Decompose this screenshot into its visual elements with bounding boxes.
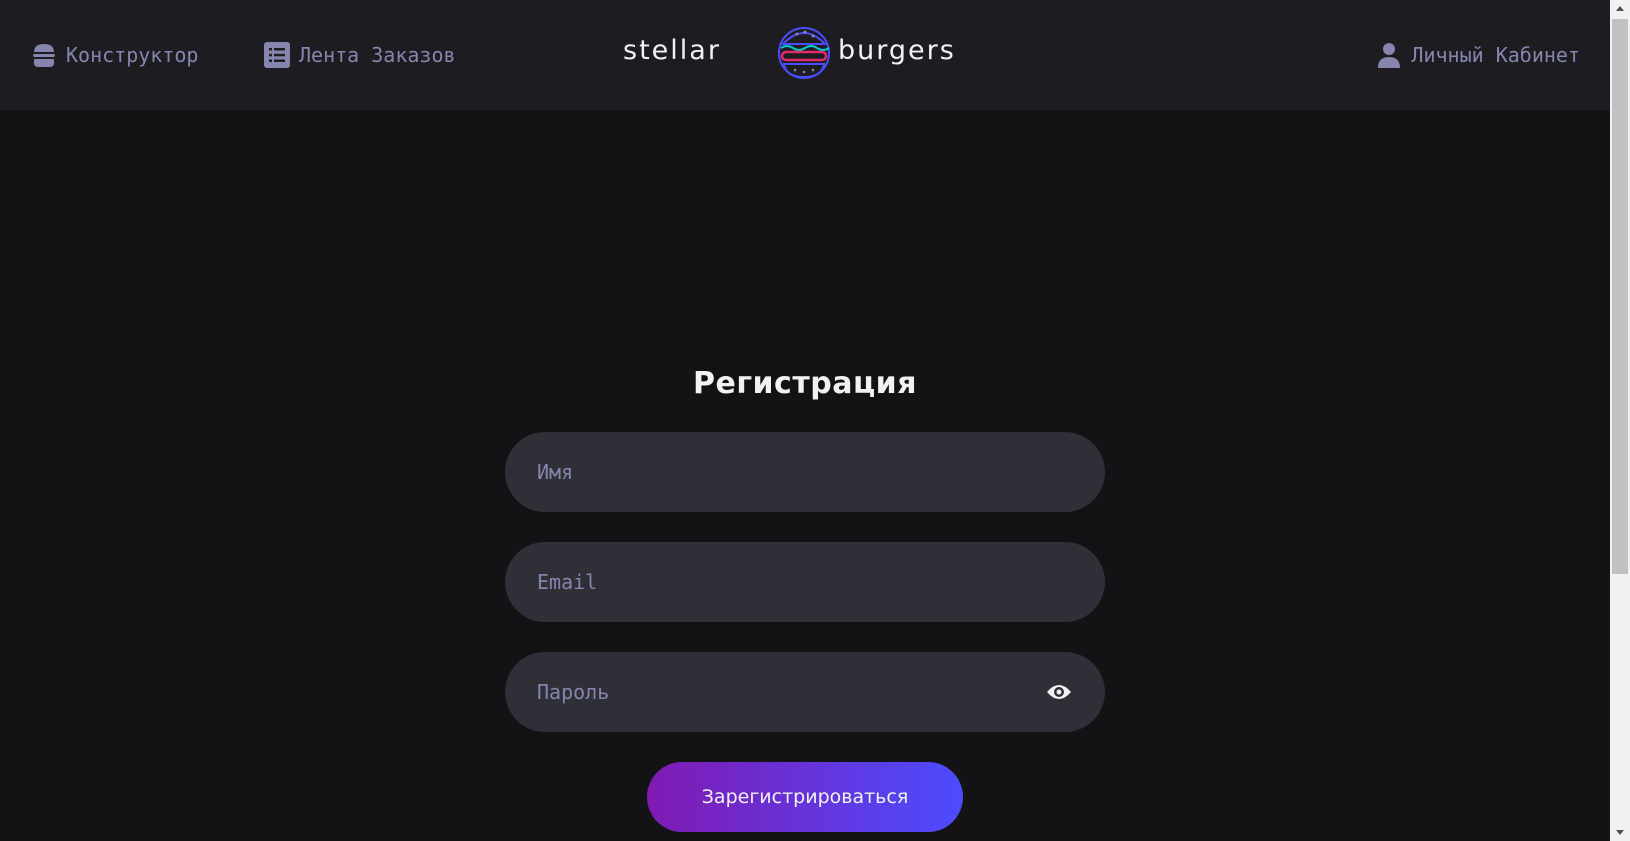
nav-feed-link[interactable]: Лента Заказов: [263, 0, 456, 110]
app-header: Конструктор Лента Заказов stellar burger…: [0, 0, 1610, 110]
page: Конструктор Лента Заказов stellar burger…: [0, 0, 1610, 841]
password-input[interactable]: [537, 652, 1037, 732]
eye-icon[interactable]: [1045, 678, 1073, 706]
email-input[interactable]: [537, 542, 1037, 622]
scroll-down-icon[interactable]: [1610, 824, 1630, 841]
nav-constructor-label: Конструктор: [66, 43, 199, 67]
scroll-thumb[interactable]: [1612, 19, 1628, 574]
nav-constructor-link[interactable]: Конструктор: [30, 0, 198, 110]
register-button[interactable]: Зарегистрироваться: [647, 762, 963, 832]
name-input[interactable]: [537, 432, 1037, 512]
burger-icon: [30, 41, 58, 69]
list-icon: [263, 41, 291, 69]
page-title: Регистрация: [693, 366, 917, 401]
name-field[interactable]: [505, 432, 1105, 512]
nav-profile-link[interactable]: Личный Кабинет: [1375, 0, 1580, 110]
scroll-up-icon[interactable]: [1610, 0, 1630, 17]
profile-icon: [1375, 41, 1403, 69]
logo-text-left: stellar: [623, 35, 721, 66]
burger-logo-icon: [778, 27, 830, 79]
logo-text-right: burgers: [838, 35, 956, 66]
email-field[interactable]: [505, 542, 1105, 622]
nav-feed-label: Лента Заказов: [299, 43, 456, 67]
password-field[interactable]: [505, 652, 1105, 732]
vertical-scrollbar[interactable]: [1610, 0, 1630, 841]
logo[interactable]: stellar burgers: [623, 22, 985, 84]
nav-profile-label: Личный Кабинет: [1411, 43, 1580, 67]
